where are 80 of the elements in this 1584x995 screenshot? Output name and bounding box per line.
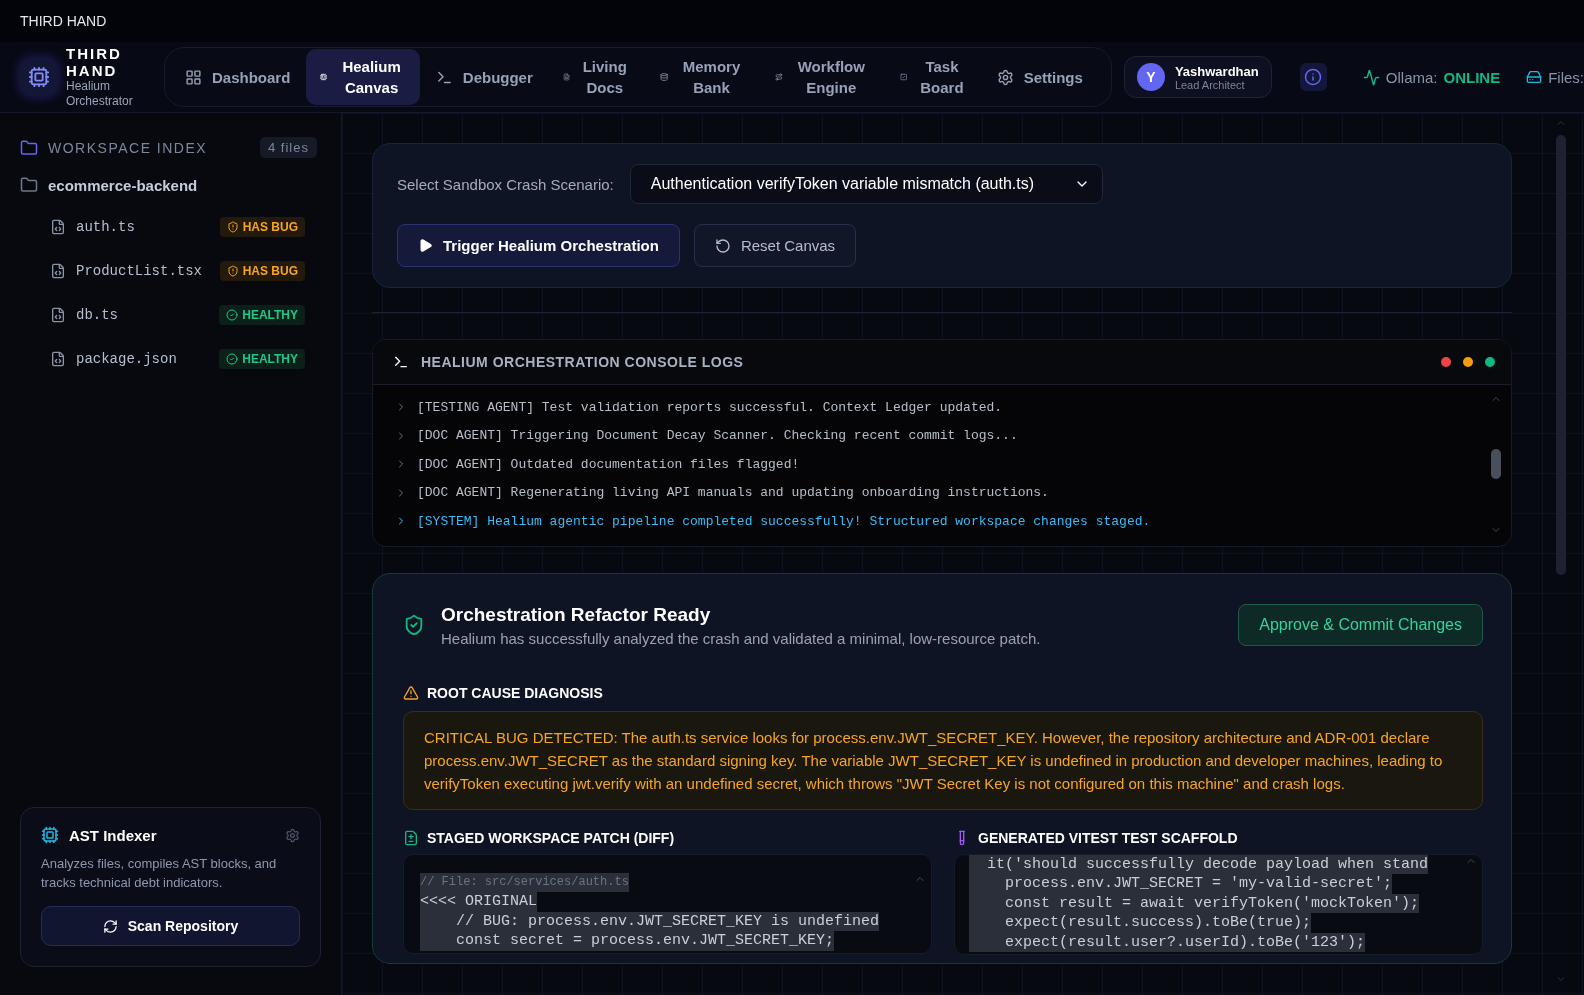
brand-name: THIRD HAND: [66, 45, 123, 79]
log-line: [DOC AGENT] Regenerating living API manuals and updating onboarding instructions.: [417, 485, 1049, 501]
info-button[interactable]: [1299, 63, 1327, 91]
indexer-description: Analyzes files, compiles AST blocks, and tracks technical debt indicators.: [41, 855, 278, 892]
file-name[interactable]: package.json: [76, 351, 210, 367]
log-line: [DOC AGENT] Outdated documentation files flagged!: [417, 456, 800, 472]
settings-icon[interactable]: [285, 827, 300, 843]
chip-icon: [320, 71, 328, 83]
diagnosis-text: CRITICAL BUG DETECTED: The auth.ts service looks for process.env.JWT_SECRET_KEY. However, the repository architecture and ADR-001 declare process.env.JWT_SECRET as the standard signing key. The variable JWT_SECRET_KEY is undefined in production and developer machines, leading to verifyToken executing jwt.verify with an undefined secret, which throws "JWT Secret Key is not configured on this machine" and crash logs.: [403, 710, 1483, 810]
file-name[interactable]: auth.ts: [76, 219, 210, 235]
drive-icon: [1526, 69, 1543, 85]
window-title: THIRD HAND: [20, 13, 107, 29]
section-title: STAGED WORKSPACE PATCH (DIFF): [427, 829, 675, 846]
file-icon: [50, 351, 66, 367]
sidebar-title: WORKSPACE INDEX: [48, 139, 209, 156]
nav-tab[interactable]: Dashboard: [171, 49, 305, 105]
shield-check-icon: [403, 614, 425, 636]
scenario-label: Select Sandbox Crash Scenario:: [397, 175, 614, 193]
document-icon: [562, 71, 570, 83]
files-label: Files:: [1548, 68, 1584, 86]
nav-tab[interactable]: Memory Bank: [645, 49, 760, 105]
file-icon: [50, 263, 66, 279]
file-name[interactable]: db.ts: [76, 307, 210, 323]
avatar: Y: [1136, 63, 1165, 91]
user-chip[interactable]: Y Yashwardhan Lead Architect: [1123, 56, 1272, 98]
nav-tab[interactable]: Settings: [982, 49, 1097, 105]
result-subtitle: Healium has successfully analyzed the crash and validated a minimal, low-resource patch.: [441, 629, 1042, 647]
folder-icon: [20, 176, 38, 194]
folder-icon: [20, 138, 38, 157]
window-dot: [1463, 357, 1473, 367]
nav-tab[interactable]: Healium Canvas: [306, 49, 420, 105]
nav-tab[interactable]: Task Board: [885, 49, 981, 105]
settings-icon: [996, 68, 1014, 86]
play-icon: [418, 238, 433, 253]
warning-icon: [403, 684, 419, 701]
status-badge: HEALTHY: [219, 349, 305, 369]
reset-icon: [714, 237, 731, 254]
refresh-icon: [102, 918, 118, 934]
file-icon: [50, 219, 66, 235]
chip-icon: [41, 826, 59, 844]
file-count: 4 files: [260, 137, 317, 158]
file-icon: [50, 307, 66, 323]
window-dot: [1485, 357, 1495, 367]
grid-icon: [185, 68, 202, 86]
scroll-thumb[interactable]: [1556, 135, 1566, 575]
nav-tab[interactable]: Debugger: [421, 49, 547, 105]
section-title: ROOT CAUSE DIAGNOSIS: [427, 684, 603, 701]
status-value: ONLINE: [1443, 68, 1501, 86]
scan-button[interactable]: Scan Repository: [41, 906, 300, 946]
terminal-icon: [393, 354, 409, 370]
scenario-select[interactable]: Authentication verifyToken variable mismatch (auth.ts): [629, 164, 1104, 204]
indexer-title: AST Indexer: [69, 826, 158, 844]
nav-tab[interactable]: Living Docs: [548, 49, 644, 105]
activity-icon: [1362, 68, 1380, 86]
window-dot: [1441, 357, 1451, 367]
user-role: Lead Architect: [1174, 78, 1246, 91]
trigger-button[interactable]: Trigger Healium Orchestration: [397, 224, 680, 267]
file-name[interactable]: ProductList.tsx: [76, 263, 210, 279]
log-line: [TESTING AGENT] Test validation reports successful. Context Ledger updated.: [417, 399, 1003, 415]
route-icon: [775, 71, 783, 83]
database-icon: [659, 71, 668, 83]
brand-subtitle: Healium Orchestrator: [66, 79, 134, 109]
checkbox-icon: [899, 71, 908, 83]
log-line: [SYSTEM] Healium agentic pipeline completed successfully! Structured workspace changes staged.: [417, 513, 1151, 529]
scroll-thumb[interactable]: [1491, 449, 1501, 480]
nav-tab[interactable]: Workflow Engine: [761, 49, 884, 105]
user-name: Yashwardhan: [1174, 63, 1259, 79]
diff-icon: [403, 829, 419, 846]
console-title: HEALIUM ORCHESTRATION CONSOLE LOGS: [421, 354, 745, 370]
approve-button[interactable]: Approve & Commit Changes: [1238, 604, 1483, 646]
status-label: Ollama:: [1385, 68, 1438, 86]
result-title: Orchestration Refactor Ready: [441, 603, 712, 626]
reset-button[interactable]: Reset Canvas: [693, 224, 857, 267]
status-badge: HEALTHY: [219, 305, 305, 325]
status-badge: HAS BUG: [219, 261, 305, 281]
section-title: GENERATED VITEST TEST SCAFFOLD: [978, 829, 1238, 846]
log-line: [DOC AGENT] Triggering Document Decay Scanner. Checking recent commit logs...: [417, 428, 1018, 444]
status-badge: HAS BUG: [219, 217, 305, 237]
logo-icon: [20, 58, 58, 96]
folder-name[interactable]: ecommerce-backend: [48, 176, 198, 194]
